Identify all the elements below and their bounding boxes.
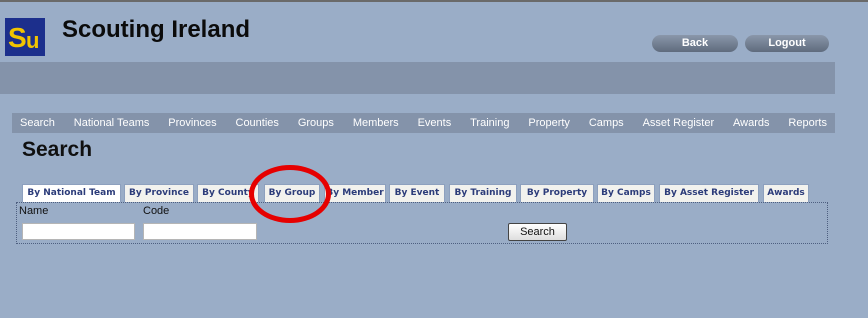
svg-text:S: S	[8, 22, 27, 53]
nav-item-training[interactable]: Training	[470, 117, 509, 129]
nav-item-awards[interactable]: Awards	[733, 117, 769, 129]
code-input[interactable]	[143, 223, 257, 240]
tab-awards[interactable]: Awards	[763, 184, 809, 202]
tab-by-camps[interactable]: By Camps	[597, 184, 655, 202]
nav-item-groups[interactable]: Groups	[298, 117, 334, 129]
logout-button[interactable]: Logout	[745, 35, 829, 52]
tab-by-national-team[interactable]: By National Team	[22, 184, 121, 202]
tab-by-event[interactable]: By Event	[389, 184, 445, 202]
nav-item-property[interactable]: Property	[528, 117, 570, 129]
nav-item-members[interactable]: Members	[353, 117, 399, 129]
nav-item-camps[interactable]: Camps	[589, 117, 624, 129]
nav-item-events[interactable]: Events	[418, 117, 452, 129]
tab-by-group[interactable]: By Group	[264, 184, 320, 202]
back-button[interactable]: Back	[652, 35, 738, 52]
tab-by-property[interactable]: By Property	[520, 184, 594, 202]
page-title: Search	[22, 138, 93, 161]
tab-by-member[interactable]: By Member	[324, 184, 386, 202]
nav-item-provinces[interactable]: Provinces	[168, 117, 216, 129]
search-panel	[16, 202, 828, 244]
name-label: Name	[19, 205, 49, 217]
app-title: Scouting Ireland	[62, 16, 251, 43]
nav-item-search[interactable]: Search	[20, 117, 55, 129]
nav-item-national-teams[interactable]: National Teams	[74, 117, 150, 129]
scouting-ireland-logo: S u	[5, 18, 45, 56]
nav-item-counties[interactable]: Counties	[236, 117, 279, 129]
main-nav: Search National Teams Provinces Counties…	[12, 113, 835, 133]
code-label: Code	[143, 205, 170, 217]
nav-item-asset-register[interactable]: Asset Register	[643, 117, 715, 129]
tab-by-training[interactable]: By Training	[449, 184, 517, 202]
header-band	[0, 62, 835, 94]
tab-by-province[interactable]: By Province	[124, 184, 194, 202]
search-button[interactable]: Search	[508, 223, 567, 241]
nav-item-reports[interactable]: Reports	[788, 117, 827, 129]
svg-text:u: u	[26, 28, 39, 53]
name-input[interactable]	[22, 223, 135, 240]
tab-by-county[interactable]: By County	[197, 184, 259, 202]
tab-by-asset-register[interactable]: By Asset Register	[659, 184, 759, 202]
top-border	[0, 0, 868, 2]
